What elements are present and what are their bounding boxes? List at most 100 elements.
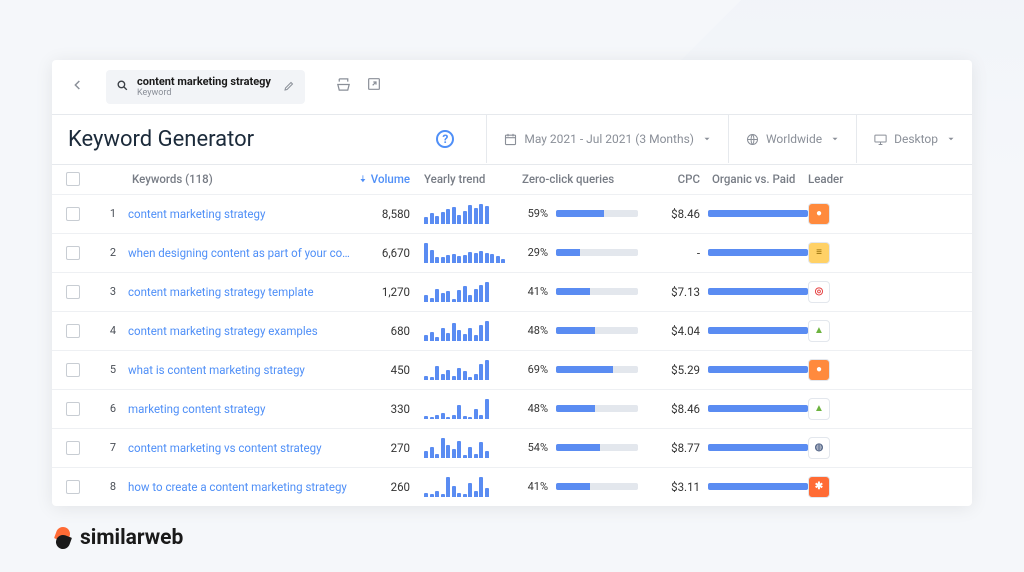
zero-click-pct: 29%	[518, 246, 548, 259]
date-filter[interactable]: May 2021 - Jul 2021 (3 Months)	[486, 115, 728, 163]
row-index: 7	[98, 441, 128, 454]
zero-click-cell: 69%	[518, 363, 638, 376]
zero-click-pct: 41%	[518, 480, 548, 493]
volume-value: 1,270	[358, 285, 418, 299]
table-row: 8how to create a content marketing strat…	[52, 468, 972, 506]
row-index: 3	[98, 285, 128, 298]
row-checkbox[interactable]	[66, 402, 80, 416]
col-volume[interactable]: Volume	[358, 172, 418, 186]
desktop-icon	[873, 132, 888, 147]
keyword-link[interactable]: how to create a content marketing strate…	[128, 480, 358, 494]
select-all-checkbox[interactable]	[66, 172, 80, 186]
col-cpc[interactable]: CPC	[638, 172, 708, 186]
leader-favicon[interactable]: ▲	[808, 320, 830, 342]
keyword-link[interactable]: content marketing strategy	[128, 207, 358, 221]
download-icon[interactable]	[335, 76, 352, 97]
cpc-value: -	[638, 246, 708, 260]
chevron-down-icon	[702, 134, 712, 144]
zero-click-cell: 59%	[518, 207, 638, 220]
toolbar-actions	[335, 76, 382, 97]
leader-favicon[interactable]: ◍	[808, 437, 830, 459]
brand-logo: similarweb	[52, 526, 183, 550]
keyword-link[interactable]: content marketing strategy template	[128, 285, 358, 299]
organic-paid-bar	[708, 444, 808, 451]
edit-keyword-icon[interactable]	[283, 77, 295, 96]
cpc-value: $3.11	[638, 480, 708, 494]
row-checkbox[interactable]	[66, 207, 80, 221]
keyword-link[interactable]: marketing content strategy	[128, 402, 358, 416]
header-row: Keyword Generator ? May 2021 - Jul 2021 …	[52, 115, 972, 165]
cpc-value: $5.29	[638, 363, 708, 377]
zero-click-cell: 54%	[518, 441, 638, 454]
app-window: content marketing strategy Keyword Keywo…	[52, 60, 972, 506]
brand-name: similarweb	[80, 526, 183, 550]
sort-down-icon	[358, 174, 368, 184]
table-row: 3content marketing strategy template1,27…	[52, 273, 972, 312]
zero-click-pct: 69%	[518, 363, 548, 376]
row-checkbox[interactable]	[66, 246, 80, 260]
help-icon[interactable]: ?	[436, 130, 454, 148]
search-icon	[116, 77, 129, 96]
row-checkbox[interactable]	[66, 324, 80, 338]
leader-favicon[interactable]: ✱	[808, 476, 830, 498]
device-filter[interactable]: Desktop	[856, 115, 972, 163]
trend-sparkline	[418, 399, 518, 419]
leader-favicon[interactable]: ≡	[808, 242, 830, 264]
zero-click-pct: 41%	[518, 285, 548, 298]
trend-sparkline	[418, 438, 518, 458]
volume-value: 680	[358, 324, 418, 338]
keyword-chip[interactable]: content marketing strategy Keyword	[106, 70, 305, 104]
leader-favicon[interactable]: ●	[808, 203, 830, 225]
leader-favicon[interactable]: ▲	[808, 398, 830, 420]
row-checkbox[interactable]	[66, 363, 80, 377]
col-trend[interactable]: Yearly trend	[418, 172, 518, 186]
table-body: 1content marketing strategy8,580 59% $8.46…	[52, 195, 972, 506]
chevron-down-icon	[830, 134, 840, 144]
page-title: Keyword Generator ?	[52, 115, 486, 164]
col-leader[interactable]: Leader	[808, 172, 844, 186]
open-external-icon[interactable]	[366, 76, 382, 97]
keyword-link[interactable]: content marketing vs content strategy	[128, 441, 358, 455]
table-row: 4content marketing strategy examples680 4…	[52, 312, 972, 351]
cpc-value: $8.46	[638, 402, 708, 416]
trend-sparkline	[418, 321, 518, 341]
col-keywords[interactable]: Keywords (118)	[128, 172, 358, 186]
row-index: 4	[98, 324, 128, 337]
row-index: 2	[98, 246, 128, 259]
row-checkbox[interactable]	[66, 441, 80, 455]
keyword-link[interactable]: what is content marketing strategy	[128, 363, 358, 377]
col-zero[interactable]: Zero-click queries	[518, 172, 638, 186]
volume-value: 8,580	[358, 207, 418, 221]
trend-sparkline	[418, 360, 518, 380]
zero-click-cell: 48%	[518, 324, 638, 337]
volume-value: 450	[358, 363, 418, 377]
volume-value: 260	[358, 480, 418, 494]
zero-click-pct: 48%	[518, 402, 548, 415]
organic-paid-bar	[708, 405, 808, 412]
keyword-link[interactable]: when designing content as part of your c…	[128, 246, 358, 260]
volume-value: 330	[358, 402, 418, 416]
zero-click-cell: 41%	[518, 480, 638, 493]
trend-sparkline	[418, 477, 518, 497]
region-filter[interactable]: Worldwide	[728, 115, 856, 163]
keyword-value: content marketing strategy	[137, 75, 271, 88]
zero-click-pct: 59%	[518, 207, 548, 220]
organic-paid-bar	[708, 249, 808, 256]
row-checkbox[interactable]	[66, 285, 80, 299]
keyword-link[interactable]: content marketing strategy examples	[128, 324, 358, 338]
row-checkbox[interactable]	[66, 480, 80, 494]
volume-value: 270	[358, 441, 418, 455]
row-index: 8	[98, 480, 128, 493]
leader-favicon[interactable]: ●	[808, 359, 830, 381]
zero-click-pct: 54%	[518, 441, 548, 454]
back-button[interactable]	[66, 73, 90, 101]
leader-favicon[interactable]: ◎	[808, 281, 830, 303]
col-ovp[interactable]: Organic vs. Paid	[708, 172, 808, 186]
organic-paid-bar	[708, 210, 808, 217]
volume-value: 6,670	[358, 246, 418, 260]
table-row: 5what is content marketing strategy45069…	[52, 351, 972, 390]
keyword-subtitle: Keyword	[137, 88, 271, 99]
organic-paid-bar	[708, 366, 808, 373]
calendar-icon	[503, 132, 518, 147]
row-index: 1	[98, 207, 128, 220]
